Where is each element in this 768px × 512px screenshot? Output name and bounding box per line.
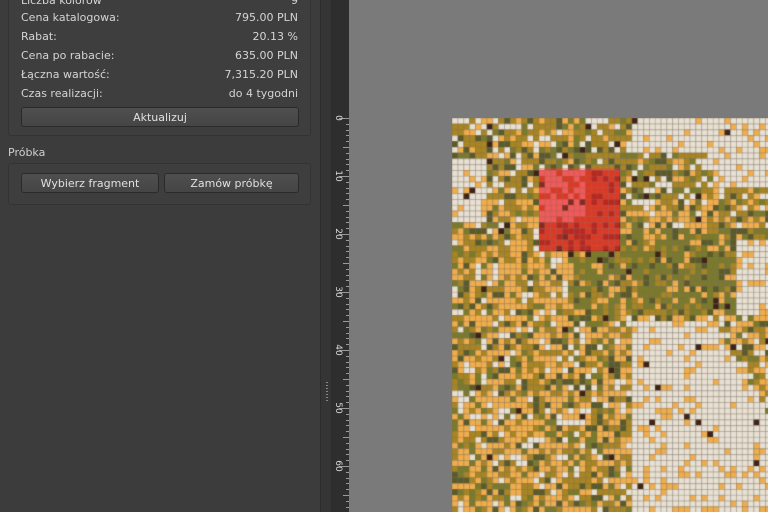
info-row-lead-time: Czas realizacji: do 4 tygodni — [21, 86, 298, 102]
sample-group: Wybierz fragment Zamów próbkę — [8, 163, 311, 205]
info-value: 635.00 PLN — [235, 49, 298, 62]
choose-fragment-button[interactable]: Wybierz fragment — [21, 173, 159, 193]
settings-panel: Liczba kolorów 9 Cena katalogowa: 795.00… — [0, 0, 320, 512]
sample-section-title: Próbka — [8, 146, 46, 159]
ruler-label: 40 — [333, 344, 343, 356]
info-label: Cena katalogowa: — [21, 11, 120, 24]
price-info-group: Liczba kolorów 9 Cena katalogowa: 795.00… — [8, 0, 311, 136]
ruler-label: 50 — [333, 402, 343, 414]
mosaic-preview[interactable] — [452, 118, 768, 512]
panel-splitter[interactable] — [320, 0, 332, 512]
info-label: Cena po rabacie: — [21, 49, 115, 62]
update-button[interactable]: Aktualizuj — [21, 107, 299, 127]
vertical-ruler: 0 10 20 30 40 50 60 — [332, 0, 349, 512]
ruler-label: 60 — [333, 460, 343, 472]
info-label: Rabat: — [21, 30, 57, 43]
info-value: 795.00 PLN — [235, 11, 298, 24]
info-value: 20.13 % — [252, 30, 298, 43]
info-value: do 4 tygodni — [228, 87, 298, 100]
info-row-discount: Rabat: 20.13 % — [21, 29, 298, 45]
ruler-label: 30 — [333, 286, 343, 298]
info-row-catalog-price: Cena katalogowa: 795.00 PLN — [21, 10, 298, 26]
ruler-label: 10 — [333, 170, 343, 182]
splitter-grip-icon[interactable] — [326, 382, 328, 402]
info-row-colors: Liczba kolorów 9 — [21, 0, 298, 9]
info-row-total-value: Łączna wartość: 7,315.20 PLN — [21, 67, 298, 83]
ruler-label: 20 — [333, 228, 343, 240]
info-value: 9 — [291, 0, 298, 7]
ruler-label: 0 — [333, 115, 343, 121]
info-label: Liczba kolorów — [21, 0, 102, 7]
info-value: 7,315.20 PLN — [224, 68, 298, 81]
info-row-discounted-price: Cena po rabacie: 635.00 PLN — [21, 48, 298, 64]
info-label: Czas realizacji: — [21, 87, 103, 100]
info-label: Łączna wartość: — [21, 68, 110, 81]
order-sample-button[interactable]: Zamów próbkę — [164, 173, 299, 193]
